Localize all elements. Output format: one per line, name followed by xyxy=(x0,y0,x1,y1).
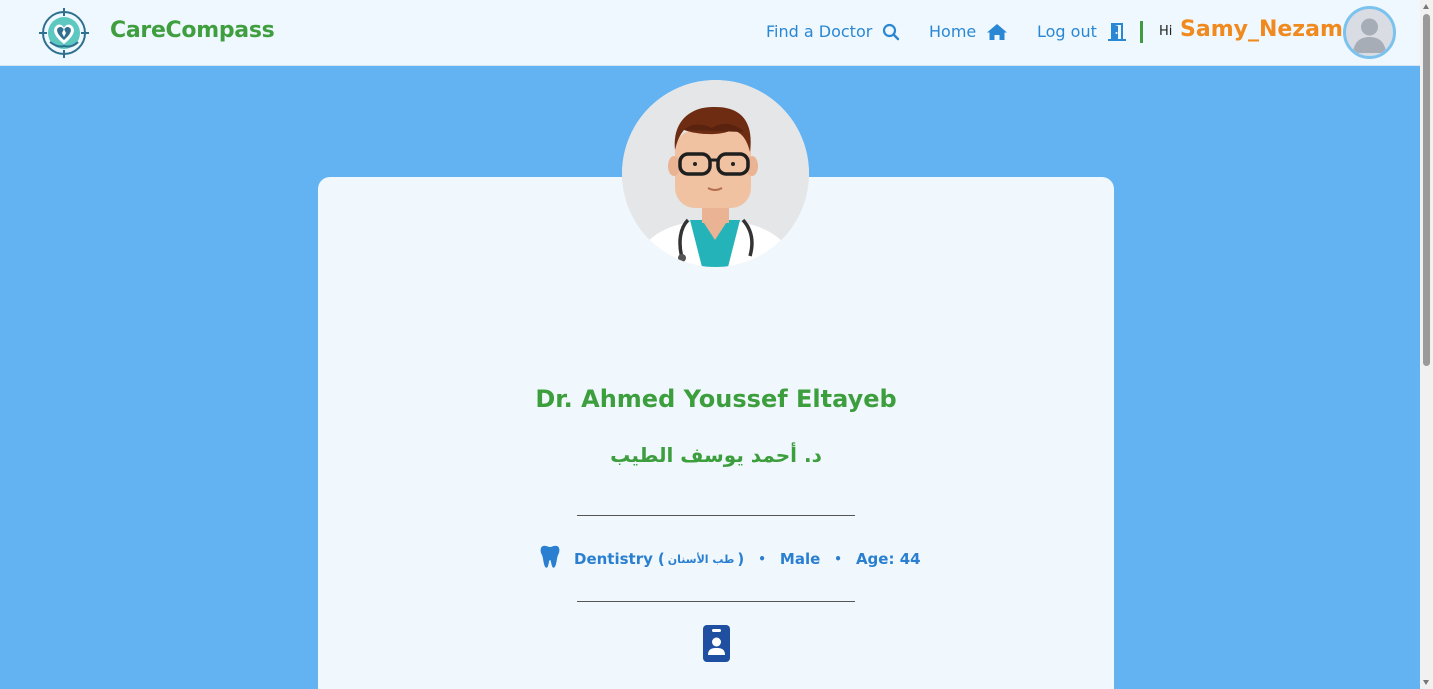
nav-home[interactable]: Home xyxy=(929,22,1008,41)
home-icon xyxy=(986,23,1008,41)
user-avatar[interactable] xyxy=(1343,6,1396,59)
scrollbar-thumb[interactable] xyxy=(1423,14,1430,366)
id-badge-icon[interactable] xyxy=(703,625,730,666)
tooth-icon xyxy=(540,545,560,573)
vertical-scrollbar[interactable] xyxy=(1420,0,1433,689)
username[interactable]: Samy_Nezam xyxy=(1180,17,1343,42)
specialty-arabic: طب الأسنان xyxy=(667,552,735,566)
specialty-label: Dentistry xyxy=(574,550,653,568)
nav-logout[interactable]: Log out xyxy=(1037,22,1127,41)
paren-open: ( xyxy=(657,550,665,568)
nav-divider xyxy=(1140,21,1143,43)
scroll-down-arrow[interactable] xyxy=(1423,680,1429,685)
brand-name[interactable]: CareCompass xyxy=(110,18,275,43)
compass-heart-logo-icon[interactable] xyxy=(38,8,90,58)
search-icon xyxy=(882,23,900,41)
paren-close: ) xyxy=(737,550,745,568)
age-label: Age: 44 xyxy=(855,550,921,568)
door-exit-icon xyxy=(1107,22,1127,41)
doctor-info-row: Dentistry ( طب الأسنان ) • Male • Age: 4… xyxy=(540,545,921,573)
doctor-name-english: Dr. Ahmed Youssef Eltayeb xyxy=(535,385,897,413)
doctor-name-arabic: د. أحمد يوسف الطيب xyxy=(610,443,822,467)
top-navbar: CareCompass Find a Doctor Home Log out H… xyxy=(0,0,1420,66)
divider-line-bottom xyxy=(577,601,855,602)
info-bullet: • xyxy=(834,552,842,566)
greeting: Hi xyxy=(1159,24,1173,39)
nav-find-doctor[interactable]: Find a Doctor xyxy=(766,22,900,41)
nav-home-label: Home xyxy=(929,22,977,41)
nav-find-doctor-label: Find a Doctor xyxy=(766,22,873,41)
nav-logout-label: Log out xyxy=(1037,22,1097,41)
divider-line-top xyxy=(577,515,855,516)
doctor-avatar-image xyxy=(622,80,809,267)
info-bullet: • xyxy=(758,552,766,566)
gender-label: Male xyxy=(779,550,821,568)
scroll-up-arrow[interactable] xyxy=(1423,4,1429,9)
